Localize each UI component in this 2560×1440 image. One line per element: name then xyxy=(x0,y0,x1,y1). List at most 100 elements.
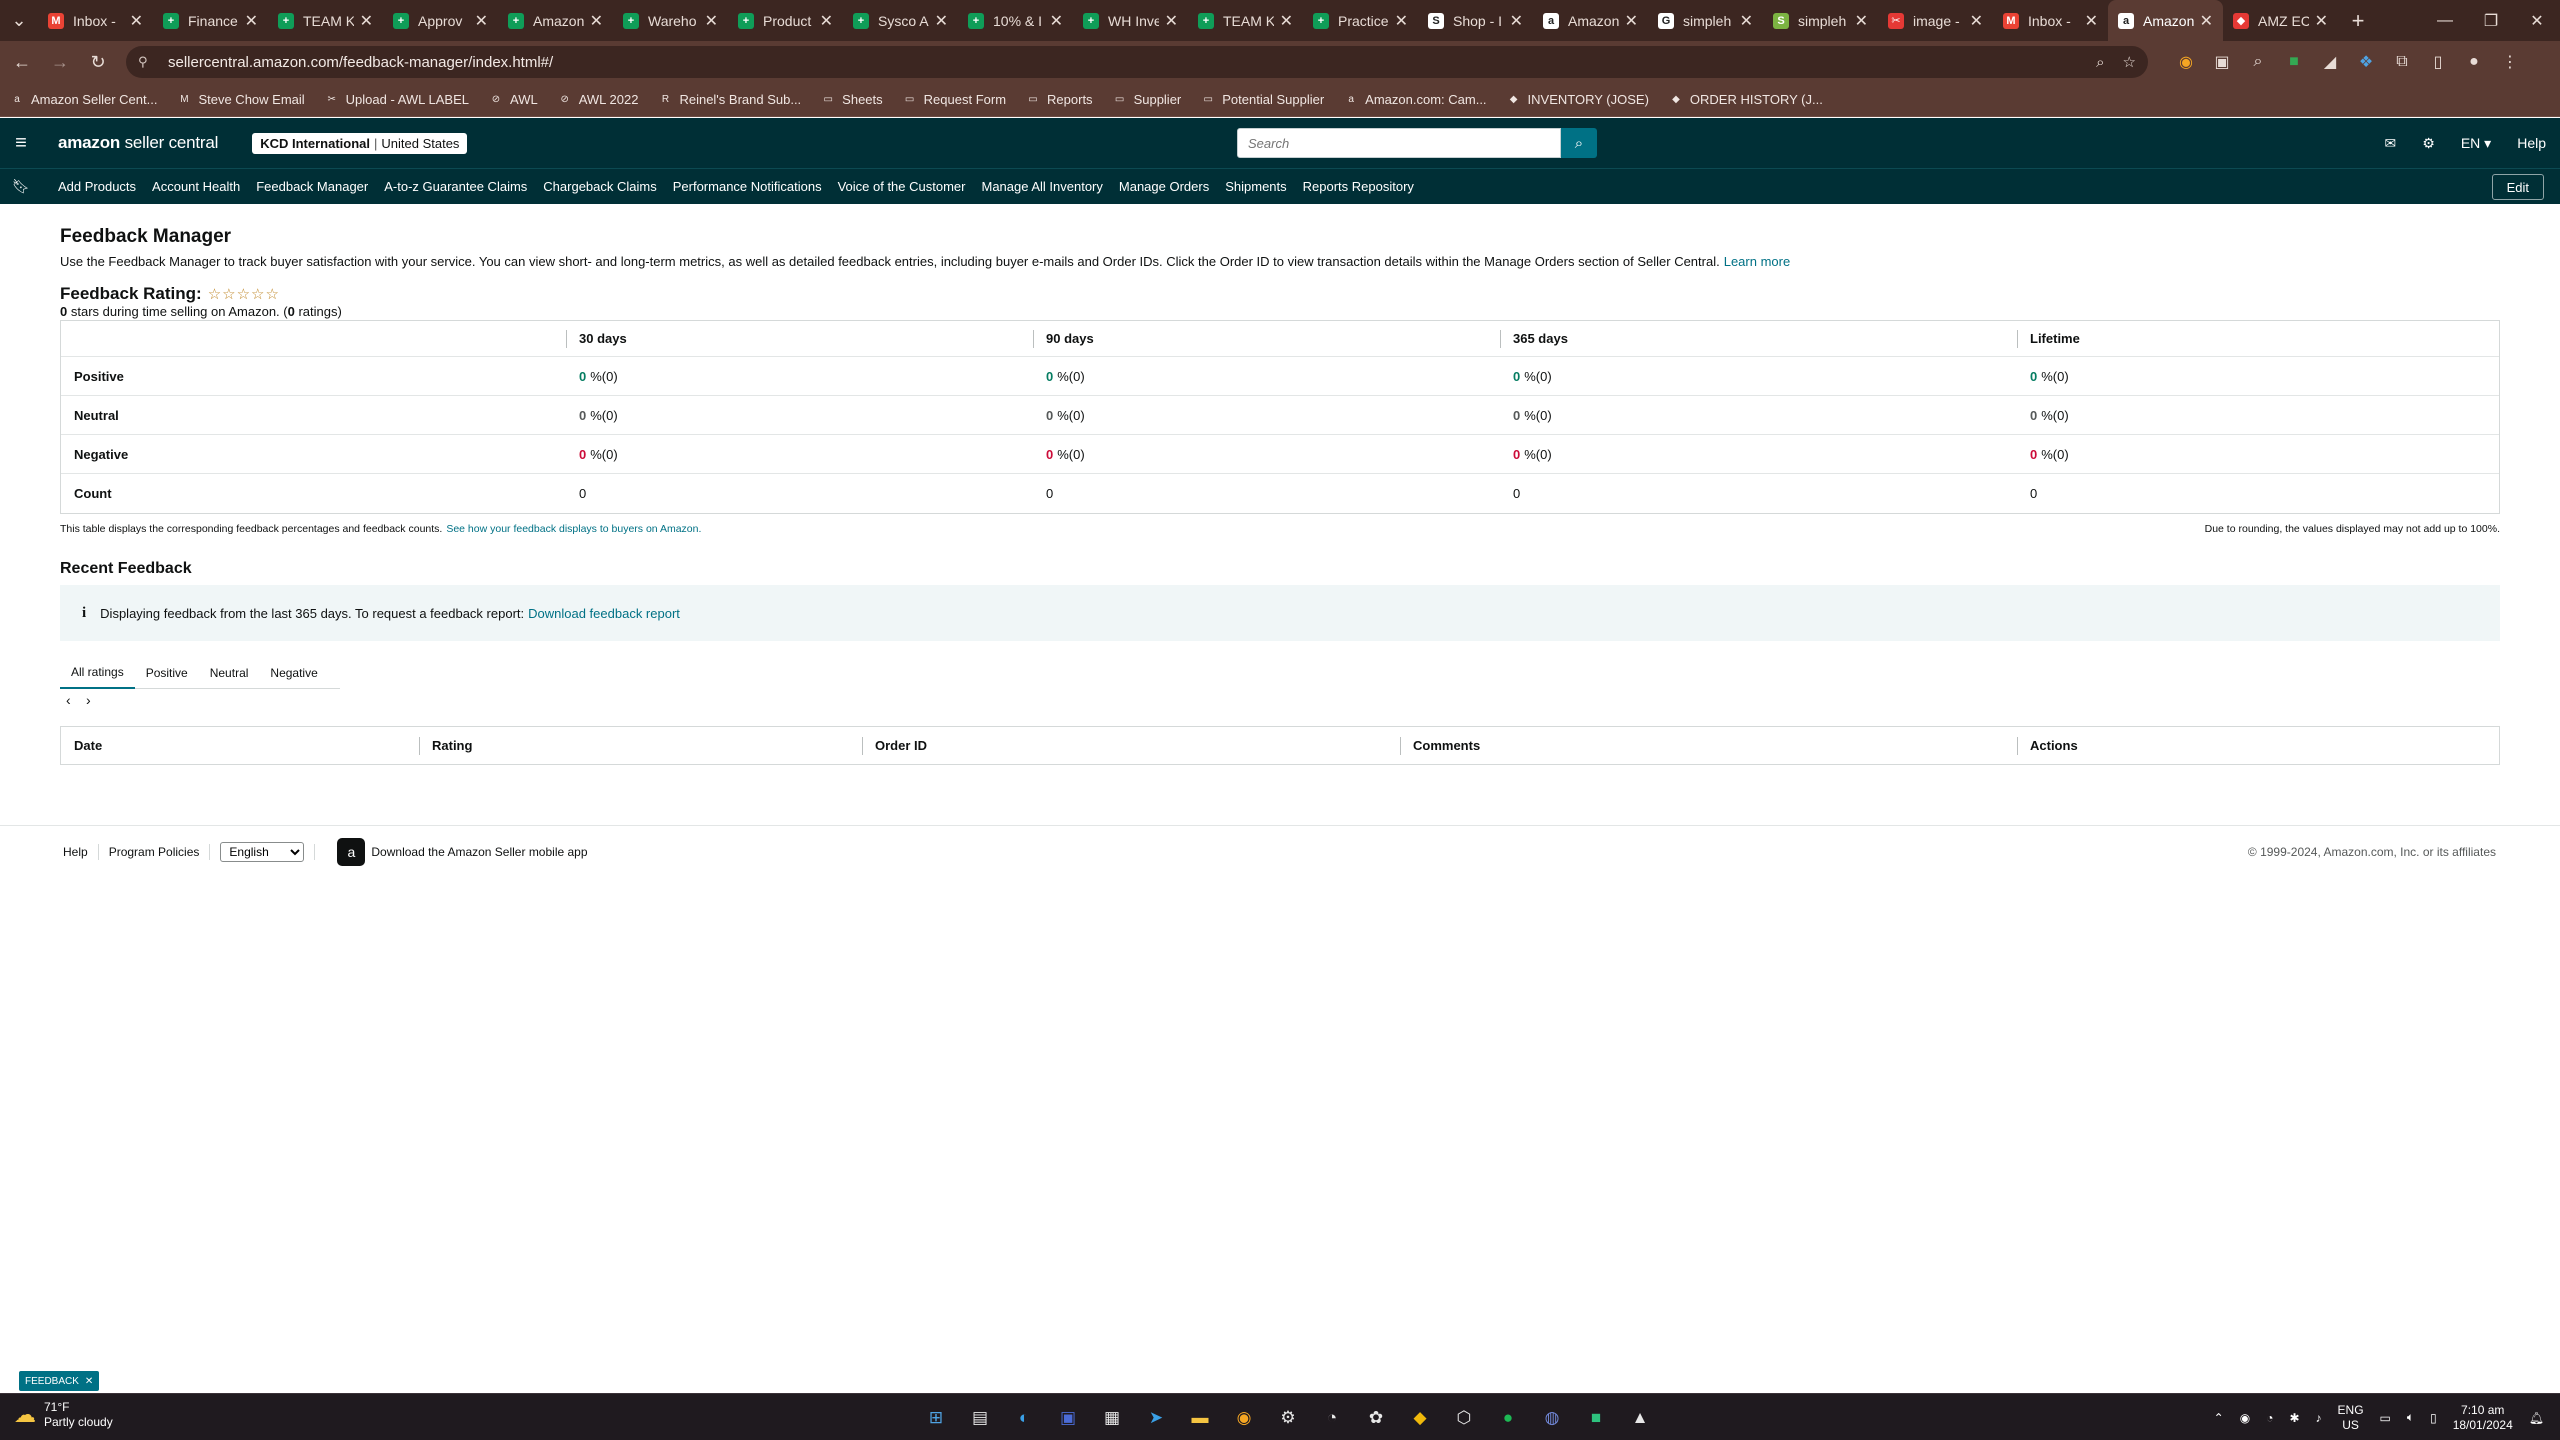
network-icon[interactable]: ▭ xyxy=(2380,1411,2391,1425)
nav-link[interactable]: Chargeback Claims xyxy=(543,179,656,194)
app-green-icon[interactable]: ■ xyxy=(1574,1402,1618,1434)
bookmark-item[interactable]: M Steve Chow Email xyxy=(177,92,304,107)
close-window-icon[interactable]: ✕ xyxy=(2514,0,2560,41)
browser-tab[interactable]: + Practice ✕ xyxy=(1303,0,1418,41)
bookmark-item[interactable]: ⊘ AWL xyxy=(489,92,538,107)
steam-icon[interactable]: ⚙ xyxy=(1266,1402,1310,1434)
browser-tab[interactable]: + Product ✕ xyxy=(728,0,843,41)
clock[interactable]: 7:10 am 18/01/2024 xyxy=(2453,1403,2513,1433)
footer-language-select[interactable]: English xyxy=(220,841,305,862)
weather-widget[interactable]: ☁ 71°F Partly cloudy xyxy=(14,1400,113,1430)
settings-gear-icon[interactable]: ⚙ xyxy=(2422,135,2435,152)
tab-close-icon[interactable]: ✕ xyxy=(1970,11,1983,31)
reload-icon[interactable]: ↻ xyxy=(82,46,114,78)
browser-tab[interactable]: M Inbox - ✕ xyxy=(38,0,153,41)
app-shield-icon[interactable]: ⬡ xyxy=(1442,1402,1486,1434)
start-windows-icon[interactable]: ⊞ xyxy=(914,1402,958,1434)
bookmark-item[interactable]: ▭ Reports xyxy=(1026,92,1092,107)
browser-tab[interactable]: ◆ AMZ EC ✕ xyxy=(2223,0,2338,41)
calculator-icon[interactable]: ▦ xyxy=(1090,1402,1134,1434)
browser-tab[interactable]: + Finance ✕ xyxy=(153,0,268,41)
nav-link[interactable]: Voice of the Customer xyxy=(838,179,966,194)
browser-tab[interactable]: M Inbox - ✕ xyxy=(1993,0,2108,41)
app-flower-icon[interactable]: ✿ xyxy=(1354,1402,1398,1434)
nav-link[interactable]: Feedback Manager xyxy=(256,179,368,194)
browser-tab[interactable]: a Amazon ✕ xyxy=(2108,0,2223,41)
hamburger-menu-icon[interactable]: ≡ xyxy=(0,118,42,168)
tray-mic-icon[interactable]: ♪ xyxy=(2316,1411,2322,1425)
profile-icon[interactable]: ● xyxy=(2456,53,2492,71)
browser-tab[interactable]: +10% & I ✕ xyxy=(958,0,1073,41)
nav-link[interactable]: Reports Repository xyxy=(1303,179,1414,194)
tab-close-icon[interactable]: ✕ xyxy=(2200,11,2213,31)
tab-close-icon[interactable]: ✕ xyxy=(2085,11,2098,31)
mail-icon[interactable]: ✉ xyxy=(2385,135,2397,152)
bookmark-item[interactable]: a Amazon Seller Cent... xyxy=(10,92,157,107)
tab-close-icon[interactable]: ✕ xyxy=(1280,11,1293,31)
binance-icon[interactable]: ◆ xyxy=(1398,1402,1442,1434)
tray-app-icon[interactable]: ◔ xyxy=(2266,1411,2273,1425)
nav-link[interactable]: Account Health xyxy=(152,179,240,194)
extension-camera-icon[interactable]: ▣ xyxy=(2204,52,2240,72)
nav-bookmark-icon[interactable]: 🔖︎ xyxy=(0,178,42,195)
tab-close-icon[interactable]: ✕ xyxy=(590,11,603,31)
tray-bluetooth-icon[interactable]: ✱ xyxy=(2289,1411,2299,1425)
tab-close-icon[interactable]: ✕ xyxy=(1625,11,1638,31)
tab-close-icon[interactable]: ✕ xyxy=(820,11,833,31)
nav-link[interactable]: Performance Notifications xyxy=(673,179,822,194)
minimize-icon[interactable]: — xyxy=(2422,0,2468,41)
bookmark-item[interactable]: ⊘ AWL 2022 xyxy=(558,92,639,107)
browser-tab[interactable]: + Wareho ✕ xyxy=(613,0,728,41)
app-c-icon[interactable]: ◔ xyxy=(1310,1402,1354,1434)
extension-search-icon[interactable]: ⌕ xyxy=(2240,53,2276,71)
side-panel-icon[interactable]: ▯ xyxy=(2420,52,2456,72)
store-selector[interactable]: KCD International | United States xyxy=(252,132,468,154)
site-info-icon[interactable]: ⚲ xyxy=(138,54,154,70)
download-app-link[interactable]: Download the Amazon Seller mobile app xyxy=(371,845,587,859)
rating-tab[interactable]: Neutral xyxy=(199,657,260,689)
search-input[interactable] xyxy=(1237,128,1561,158)
spotify-icon[interactable]: ● xyxy=(1486,1402,1530,1434)
url-text[interactable]: sellercentral.amazon.com/feedback-manage… xyxy=(168,54,2078,71)
notifications-icon[interactable]: 🔔︎ xyxy=(2529,1411,2544,1425)
rating-tab[interactable]: Negative xyxy=(259,657,328,689)
nav-link[interactable]: Shipments xyxy=(1225,179,1286,194)
tab-close-icon[interactable]: ✕ xyxy=(130,11,143,31)
battery-icon[interactable]: ▯ xyxy=(2430,1411,2437,1425)
tab-close-icon[interactable]: ✕ xyxy=(1395,11,1408,31)
folder-icon[interactable]: ▬ xyxy=(1178,1402,1222,1434)
extension-green-icon[interactable]: ■ xyxy=(2276,53,2312,71)
tab-close-icon[interactable]: ✕ xyxy=(935,11,948,31)
browser-tab[interactable]: + TEAM K ✕ xyxy=(1188,0,1303,41)
extension-dark-icon[interactable]: ◢ xyxy=(2312,52,2348,72)
discord-icon[interactable]: ◍ xyxy=(1530,1402,1574,1434)
rating-tab[interactable]: All ratings xyxy=(60,657,135,689)
extension-chrome-icon[interactable]: ◉ xyxy=(2168,52,2204,72)
edge-icon[interactable]: ◐ xyxy=(1002,1402,1046,1434)
edit-nav-button[interactable]: Edit xyxy=(2491,174,2544,200)
browser-tab[interactable]: + WH Inve ✕ xyxy=(1073,0,1188,41)
bookmark-item[interactable]: ▭ Supplier xyxy=(1113,92,1181,107)
tab-search-icon[interactable]: ⌄ xyxy=(0,0,38,41)
tab-close-icon[interactable]: ✕ xyxy=(1510,11,1523,31)
browser-tab[interactable]: Gsimpleh ✕ xyxy=(1648,0,1763,41)
extension-blue-icon[interactable]: ❖ xyxy=(2348,52,2384,72)
browser-tab[interactable]: + Sysco A ✕ xyxy=(843,0,958,41)
new-tab-button[interactable]: + xyxy=(2338,0,2378,41)
bookmark-item[interactable]: ▭ Potential Supplier xyxy=(1201,92,1325,107)
url-omnibox[interactable]: ⚲ sellercentral.amazon.com/feedback-mana… xyxy=(126,46,2148,78)
back-icon[interactable]: ← xyxy=(6,46,38,78)
tab-close-icon[interactable]: ✕ xyxy=(1740,11,1753,31)
download-report-link[interactable]: Download feedback report xyxy=(528,606,680,621)
volume-icon[interactable]: 🔈︎ xyxy=(2407,1410,2414,1425)
tray-chevron-icon[interactable]: ⌃ xyxy=(2214,1411,2224,1425)
tab-close-icon[interactable]: ✕ xyxy=(475,11,488,31)
restore-icon[interactable]: ❐ xyxy=(2468,0,2514,41)
input-language[interactable]: ENG US xyxy=(2338,1403,2364,1433)
bookmark-item[interactable]: a Amazon.com: Cam... xyxy=(1344,92,1486,107)
language-selector[interactable]: EN ▾ xyxy=(2461,135,2491,152)
bookmark-item[interactable]: ▭ Sheets xyxy=(821,92,882,107)
app-active-icon[interactable]: ▲ xyxy=(1618,1402,1662,1434)
program-policies-link[interactable]: Program Policies xyxy=(109,845,200,859)
nav-link[interactable]: Add Products xyxy=(58,179,136,194)
